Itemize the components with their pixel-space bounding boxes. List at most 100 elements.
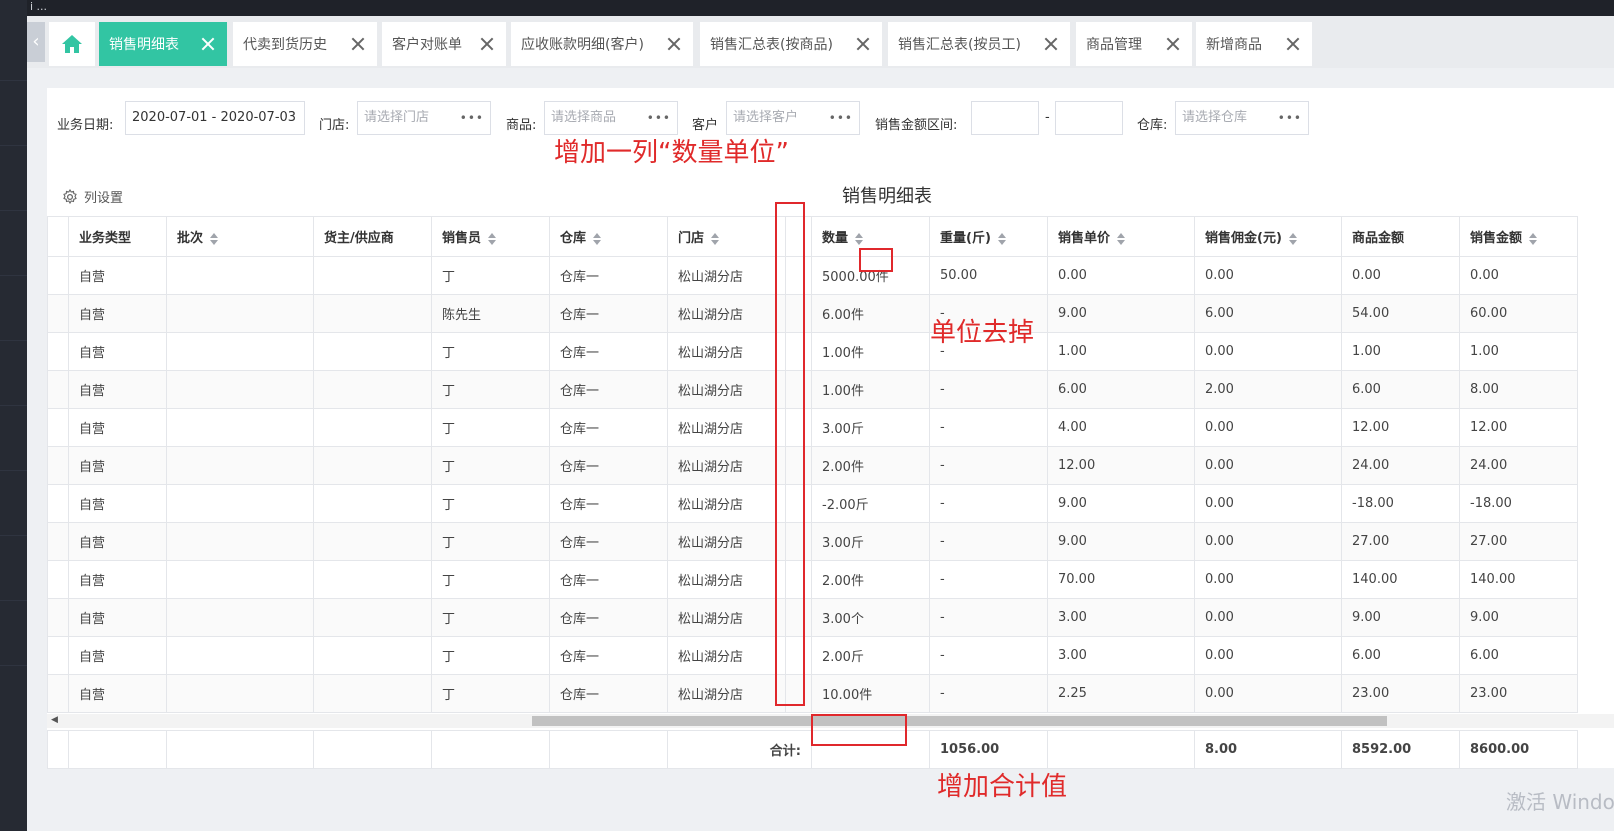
tab-product-management[interactable]: 商品管理 bbox=[1076, 22, 1192, 66]
table-cell: - bbox=[929, 598, 1048, 637]
col-header-label: 门店 bbox=[678, 231, 705, 246]
tab-consignment-history[interactable]: 代卖到货历史 bbox=[233, 22, 377, 66]
col-header-unit-price[interactable]: 销售单价 bbox=[1047, 216, 1195, 257]
tab-label: 代卖到货历史 bbox=[243, 37, 327, 53]
scrollbar-thumb[interactable] bbox=[532, 716, 1387, 726]
sort-icon[interactable] bbox=[487, 232, 497, 245]
activation-watermark: 激活 Windo bbox=[1506, 790, 1614, 814]
col-header-product-amount[interactable]: 商品金额 bbox=[1341, 216, 1460, 257]
table-cell: 自营 bbox=[68, 560, 167, 599]
sort-icon[interactable] bbox=[209, 232, 219, 245]
col-header-owner-supplier[interactable]: 货主/供应商 bbox=[313, 216, 432, 257]
table-cell: 自营 bbox=[68, 598, 167, 637]
store-select[interactable]: 请选择门店 ••• bbox=[357, 101, 491, 135]
home-icon bbox=[62, 35, 82, 53]
table-row[interactable]: 自营丁仓库一 松山湖分店 -2.00斤 -9.00 0.00 -18.00 -18.00 bbox=[47, 484, 1578, 523]
table-row[interactable]: 自营丁仓库一 松山湖分店 2.00件 -70.00 0.00 140.00 140.00 bbox=[47, 560, 1578, 599]
col-header-batch[interactable]: 批次 bbox=[166, 216, 314, 257]
close-icon[interactable] bbox=[665, 35, 683, 53]
table-cell bbox=[313, 598, 432, 637]
sort-icon[interactable] bbox=[997, 232, 1007, 245]
tab-receivables[interactable]: 应收账款明细(客户) bbox=[511, 22, 693, 66]
tab-scroll-left-icon[interactable]: ‹ bbox=[27, 22, 45, 62]
table-cell: 9.00 bbox=[1341, 598, 1460, 637]
sort-icon[interactable] bbox=[710, 232, 720, 245]
table-cell: 6.00 bbox=[1341, 370, 1460, 409]
sort-icon[interactable] bbox=[1528, 232, 1538, 245]
col-header-warehouse[interactable]: 仓库 bbox=[549, 216, 668, 257]
product-select[interactable]: 请选择商品 ••• bbox=[544, 101, 678, 135]
customer-placeholder: 请选择客户 bbox=[733, 110, 799, 125]
table-cell: - bbox=[929, 522, 1048, 561]
warehouse-select[interactable]: 请选择仓库 ••• bbox=[1175, 101, 1309, 135]
table-cell: 2.00斤 bbox=[811, 636, 930, 675]
table-row[interactable]: 自营 陈先生 仓库一 松山湖分店 6.00件 -9.00 6.00 54.00 60.00 bbox=[47, 294, 1578, 333]
table-row[interactable]: 自营丁仓库一 松山湖分店 5000.00件 50.00 0.00 0.00 0.00 0.00 bbox=[47, 256, 1578, 295]
table-cell: - bbox=[929, 560, 1048, 599]
table-cell: 仓库一 bbox=[549, 332, 668, 371]
amount-max-input[interactable] bbox=[1055, 101, 1123, 135]
col-header-weight[interactable]: 重量(斤) bbox=[929, 216, 1048, 257]
amount-min-input[interactable] bbox=[971, 101, 1039, 135]
date-range-input[interactable]: 2020-07-01 - 2020-07-03 bbox=[125, 101, 305, 135]
col-header-salesperson[interactable]: 销售员 bbox=[431, 216, 550, 257]
table-cell: 0.00 bbox=[1194, 484, 1342, 523]
sort-icon[interactable] bbox=[854, 232, 864, 245]
row-gutter bbox=[47, 484, 69, 523]
table-cell: -18.00 bbox=[1459, 484, 1578, 523]
table-row[interactable]: 自营丁仓库一 松山湖分店 2.00斤 -3.00 0.00 6.00 6.00 bbox=[47, 636, 1578, 675]
sort-icon[interactable] bbox=[1288, 232, 1298, 245]
tab-customer-statement[interactable]: 客户对账单 bbox=[382, 22, 506, 66]
tab-add-product[interactable]: 新增商品 bbox=[1196, 22, 1312, 66]
col-header-sales-amount[interactable]: 销售金额 bbox=[1459, 216, 1578, 257]
col-header-store[interactable]: 门店 bbox=[667, 216, 786, 257]
table-cell: 仓库一 bbox=[549, 484, 668, 523]
close-icon[interactable] bbox=[199, 35, 217, 53]
scroll-left-arrow-icon[interactable]: ◀ bbox=[51, 715, 58, 725]
table-cell: - bbox=[929, 674, 1048, 713]
tab-sales-detail[interactable]: 销售明细表 bbox=[99, 22, 227, 66]
table-cell: 8.00 bbox=[1459, 370, 1578, 409]
close-icon[interactable] bbox=[349, 35, 367, 53]
totals-cell bbox=[549, 730, 668, 769]
table-cell: 自营 bbox=[68, 446, 167, 485]
table-row[interactable]: 自营丁仓库一 松山湖分店 3.00斤 -9.00 0.00 27.00 27.00 bbox=[47, 522, 1578, 561]
totals-sales-amount: 8600.00 bbox=[1459, 730, 1578, 769]
annotation-add-column: 增加一列“数量单位” bbox=[554, 138, 789, 168]
close-icon[interactable] bbox=[1164, 35, 1182, 53]
customer-select[interactable]: 请选择客户 ••• bbox=[726, 101, 860, 135]
tab-label: 新增商品 bbox=[1206, 37, 1262, 53]
table-row[interactable]: 自营丁仓库一 松山湖分店 3.00斤 -4.00 0.00 12.00 12.00 bbox=[47, 408, 1578, 447]
tab-label: 销售汇总表(按员工) bbox=[898, 37, 1021, 53]
annotation-box-total bbox=[811, 714, 907, 746]
store-label: 门店: bbox=[319, 118, 350, 133]
tab-summary-by-product[interactable]: 销售汇总表(按商品) bbox=[700, 22, 882, 66]
tab-home[interactable] bbox=[49, 22, 95, 66]
column-settings-button[interactable]: 列设置 bbox=[62, 187, 123, 206]
table-cell bbox=[313, 446, 432, 485]
table-cell: 4.00 bbox=[1047, 408, 1195, 447]
table-cell: 丁 bbox=[431, 370, 550, 409]
filter-bar: 业务日期: 2020-07-01 - 2020-07-03 门店: 请选择门店 •… bbox=[47, 88, 1614, 158]
annotation-add-total: 增加合计值 bbox=[937, 772, 1068, 802]
tab-summary-by-employee[interactable]: 销售汇总表(按员工) bbox=[888, 22, 1070, 66]
table-row[interactable]: 自营丁仓库一 松山湖分店 10.00件 -2.25 0.00 23.00 23.00 bbox=[47, 674, 1578, 713]
sales-detail-table: 业务类型 批次 货主/供应商 销售员 仓库 门店 数量 重量(斤) 销售单价 销… bbox=[47, 216, 1578, 713]
table-row[interactable]: 自营丁仓库一 松山湖分店 1.00件 -1.00 0.00 1.00 1.00 bbox=[47, 332, 1578, 371]
table-cell: 仓库一 bbox=[549, 294, 668, 333]
sort-icon[interactable] bbox=[1116, 232, 1126, 245]
col-header-commission[interactable]: 销售佣金(元) bbox=[1194, 216, 1342, 257]
close-icon[interactable] bbox=[478, 35, 496, 53]
table-cell: 松山湖分店 bbox=[667, 332, 786, 371]
table-row[interactable]: 自营丁仓库一 松山湖分店 2.00件 -12.00 0.00 24.00 24.00 bbox=[47, 446, 1578, 485]
close-icon[interactable] bbox=[854, 35, 872, 53]
close-icon[interactable] bbox=[1284, 35, 1302, 53]
table-row[interactable]: 自营丁仓库一 松山湖分店 3.00个 -3.00 0.00 9.00 9.00 bbox=[47, 598, 1578, 637]
table-row[interactable]: 自营丁仓库一 松山湖分店 1.00件 -6.00 2.00 6.00 8.00 bbox=[47, 370, 1578, 409]
close-icon[interactable] bbox=[1042, 35, 1060, 53]
table-cell: 70.00 bbox=[1047, 560, 1195, 599]
sort-icon[interactable] bbox=[592, 232, 602, 245]
table-cell: 6.00 bbox=[1459, 636, 1578, 675]
col-header-label: 数量 bbox=[822, 231, 849, 246]
col-header-business-type[interactable]: 业务类型 bbox=[68, 216, 167, 257]
